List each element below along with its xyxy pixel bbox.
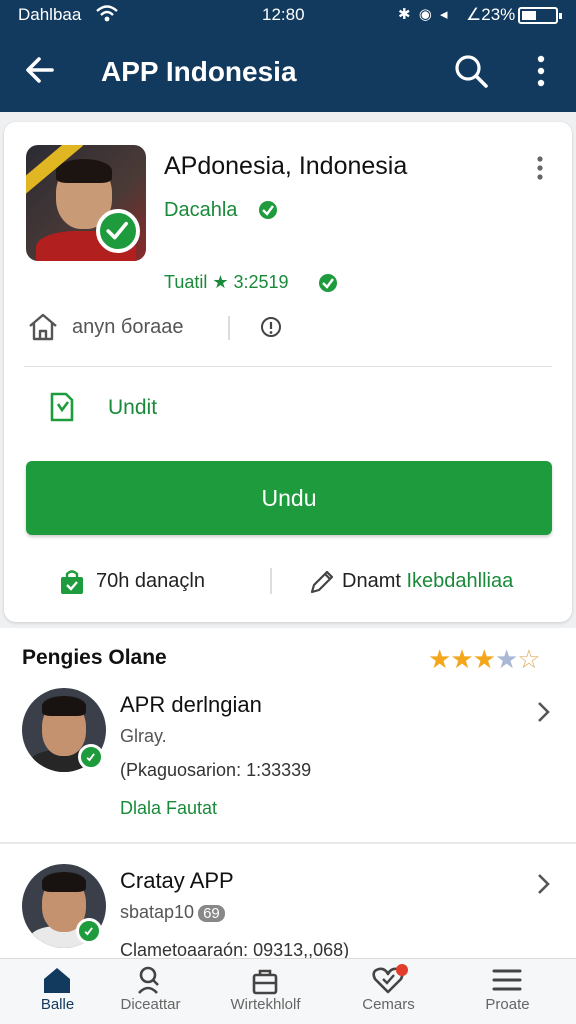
profile-stats: Tuatil ★ 3:2519 xyxy=(164,272,289,292)
stat-right[interactable]: Dnamt Ikebdahlliaa xyxy=(342,570,513,593)
list-item-title: APR derlngian xyxy=(120,692,262,717)
back-arrow-icon[interactable] xyxy=(22,52,58,88)
star-icon: ★ xyxy=(494,644,518,674)
download-icon[interactable] xyxy=(44,390,78,424)
list-item-subtitle-text: sbatap10 xyxy=(120,902,195,922)
nav-item-discover[interactable]: Diceattar xyxy=(93,959,208,1024)
app-bar: APP Indonesia xyxy=(0,30,576,112)
page-title: APP Indonesia xyxy=(101,56,297,87)
profile-avatar xyxy=(26,145,146,261)
bag-icon xyxy=(252,969,278,995)
star-icon: ★ xyxy=(428,644,451,674)
divider xyxy=(228,316,230,340)
verified-check-icon xyxy=(96,209,140,253)
shopping-bag-icon xyxy=(61,570,83,594)
list-item-title: Cratay APP xyxy=(120,868,234,893)
star-outline-icon: ☆ xyxy=(517,644,540,674)
nav-item-shop[interactable]: Wirtekhlolf xyxy=(208,959,323,1024)
battery-icon xyxy=(518,7,562,24)
stat-left: 70h danaçln xyxy=(96,570,205,592)
download-link[interactable]: Undit xyxy=(108,396,157,420)
nav-label: Diceattar xyxy=(120,996,181,1013)
search-person-icon xyxy=(138,966,159,994)
status-bar: Dahlbaa 12:80 ✱ ◉ ◂ ∠23% xyxy=(0,0,576,30)
verified-badge-icon xyxy=(76,918,102,944)
stat-right-label: Dnamt xyxy=(342,570,401,592)
profile-card: APdonesia, Indonesia Dacahla Tuatil ★ 3:… xyxy=(4,122,572,622)
notification-dot xyxy=(396,964,408,976)
verified-badge-icon xyxy=(78,744,104,770)
list-item-subtitle: Glray. xyxy=(120,726,167,746)
chevron-right-icon[interactable] xyxy=(534,872,552,896)
chevron-right-icon[interactable] xyxy=(534,700,552,724)
edit-pen-icon[interactable] xyxy=(308,568,336,596)
nav-item-favorites[interactable]: Cemars xyxy=(331,959,446,1024)
count-badge: 69 xyxy=(198,905,225,922)
home-icon xyxy=(44,968,70,993)
profile-subtitle: Dacahla xyxy=(164,199,238,221)
verified-badge-icon xyxy=(319,274,337,292)
stat-right-accent: Ikebdahlliaa xyxy=(406,570,514,592)
menu-icon xyxy=(492,969,522,991)
system-icons: ✱ ◉ ◂ xyxy=(398,6,450,23)
search-icon[interactable] xyxy=(452,52,490,90)
rating-stars: ★★★★☆ xyxy=(428,644,541,675)
divider xyxy=(24,366,552,367)
list-section: Pengies Olane ★★★★☆ APR derlngian Glray.… xyxy=(0,628,576,960)
carrier-label: Dahlbaa xyxy=(18,5,82,24)
list-item-subtitle: sbatap10 69 xyxy=(120,902,225,923)
nav-label: Cemars xyxy=(362,996,415,1013)
clock: 12:80 xyxy=(262,5,305,24)
card-more-icon[interactable] xyxy=(530,154,550,182)
bottom-nav: Balle Diceattar Wirtekhlolf Cemars Proat… xyxy=(0,958,576,1024)
section-title: Pengies Olane xyxy=(22,646,167,669)
list-item-meta: (Pkaguosarion: 1:33339 xyxy=(120,760,312,780)
location-text: anyn бoraae xyxy=(72,316,184,338)
wifi-icon xyxy=(96,5,118,22)
divider xyxy=(270,568,272,594)
info-icon[interactable] xyxy=(260,316,282,338)
battery-percent: ∠23% xyxy=(466,5,516,24)
star-icon: ★ xyxy=(472,644,496,674)
more-vert-icon[interactable] xyxy=(528,52,554,90)
divider xyxy=(0,842,576,844)
list-item[interactable]: APR derlngian Glray. (Pkaguosarion: 1:33… xyxy=(0,684,576,874)
nav-label: Wirtekhlolf xyxy=(230,996,301,1013)
nav-label: Proate xyxy=(485,996,530,1013)
star-icon: ★ xyxy=(450,644,473,674)
profile-name: APdonesia, Indonesia xyxy=(164,152,408,180)
primary-download-button[interactable]: Undu xyxy=(26,461,552,535)
home-icon xyxy=(29,313,57,341)
list-item-link[interactable]: Dlala Fautat xyxy=(120,798,217,819)
verified-badge-icon xyxy=(259,201,277,219)
nav-item-profile[interactable]: Proate xyxy=(450,959,565,1024)
